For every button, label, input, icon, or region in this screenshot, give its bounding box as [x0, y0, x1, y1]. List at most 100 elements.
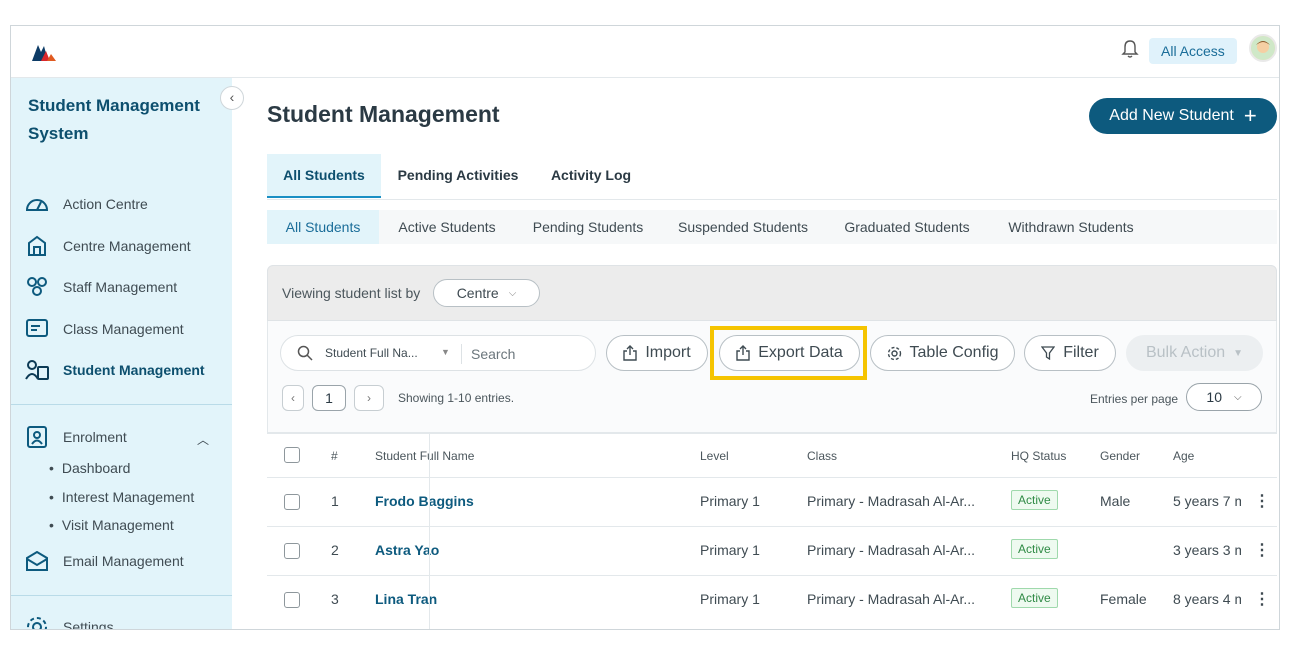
sidebar-item-enrolment[interactable]: Enrolment — [25, 424, 127, 450]
column-header[interactable]: Age — [1173, 449, 1194, 463]
search-icon — [297, 345, 313, 361]
sidebar-item-student-management[interactable]: Student Management — [25, 357, 205, 383]
status-badge: Active — [1011, 490, 1058, 510]
current-page[interactable]: 1 — [312, 385, 346, 411]
app-window: All Access Student Management System Act… — [10, 25, 1280, 630]
subtab-graduated-students[interactable]: Graduated Students — [837, 210, 977, 244]
caret-down-icon[interactable]: ▼ — [441, 347, 450, 357]
caret-down-icon: ▼ — [1233, 347, 1244, 359]
table-row: 3 Lina Tran Primary 1 Primary - Madrasah… — [267, 575, 1277, 624]
age-cell: 3 years 3 m — [1173, 542, 1241, 558]
column-header[interactable]: Student Full Name — [375, 449, 474, 463]
primary-tabs: All Students Pending Activities Activity… — [267, 154, 1277, 200]
chevron-down-icon: ⌵ — [508, 287, 517, 299]
column-header[interactable]: HQ Status — [1011, 449, 1066, 463]
class-cell: Primary - Madrasah Al-Ar... — [807, 493, 976, 509]
column-divider — [429, 433, 430, 629]
sidebar-subitem-dashboard[interactable]: Dashboard — [49, 460, 131, 476]
subtab-pending-students[interactable]: Pending Students — [523, 210, 653, 244]
row-menu-icon[interactable]: ⋮ — [1254, 491, 1270, 511]
sidebar-item-label: Class Management — [63, 321, 184, 337]
sidebar-item-label: Centre Management — [63, 238, 191, 254]
view-by-bar: Viewing student list by Centre ⌵ — [267, 265, 1277, 321]
people-icon — [25, 275, 49, 299]
row-menu-icon[interactable]: ⋮ — [1254, 540, 1270, 560]
sidebar-item-settings[interactable]: Settings — [25, 614, 114, 629]
view-by-value: Centre — [456, 285, 499, 301]
level-cell: Primary 1 — [700, 591, 760, 607]
access-badge[interactable]: All Access — [1149, 38, 1237, 64]
search-input[interactable] — [471, 344, 581, 364]
gear-icon — [887, 346, 901, 360]
avatar[interactable] — [1249, 34, 1277, 62]
students-icon — [25, 358, 49, 382]
row-checkbox[interactable] — [284, 494, 300, 510]
showing-entries: Showing 1-10 entries. — [398, 391, 515, 405]
prev-page-button[interactable]: ‹ — [282, 385, 304, 411]
subtab-withdrawn-students[interactable]: Withdrawn Students — [999, 210, 1143, 244]
sidebar-item-label: Staff Management — [63, 279, 178, 295]
bell-icon[interactable] — [1119, 38, 1141, 60]
entries-per-page-label: Entries per page — [1090, 392, 1179, 406]
filter-icon — [1041, 346, 1056, 360]
next-page-button[interactable]: › — [354, 385, 384, 411]
sidebar-subitem-visit-management[interactable]: Visit Management — [49, 517, 174, 533]
tab-pending-activities[interactable]: Pending Activities — [393, 154, 523, 198]
row-checkbox[interactable] — [284, 592, 300, 608]
brand-logo[interactable] — [31, 42, 57, 62]
sidebar-divider — [11, 404, 232, 405]
search-box: Student Full Na... ▼ — [280, 335, 596, 371]
table-config-label: Table Config — [909, 344, 999, 361]
table-toolbar: Student Full Na... ▼ Import Export Data … — [267, 321, 1277, 433]
column-header: # — [331, 449, 338, 463]
system-title: Student Management System — [28, 96, 200, 143]
row-checkbox[interactable] — [284, 543, 300, 559]
sidebar-item-email-management[interactable]: Email Management — [25, 548, 184, 574]
row-number: 2 — [331, 542, 339, 558]
import-label: Import — [645, 344, 691, 361]
chevron-down-icon: ⌵ — [1233, 391, 1242, 403]
status-badge: Active — [1011, 588, 1058, 608]
column-header[interactable]: Level — [700, 449, 729, 463]
age-cell: 8 years 4 m — [1173, 591, 1241, 607]
add-new-student-label: Add New Student — [1109, 107, 1234, 124]
chevron-up-icon[interactable]: ︿ — [197, 431, 209, 448]
subtab-all-students[interactable]: All Students — [267, 210, 379, 244]
subtab-suspended-students[interactable]: Suspended Students — [671, 210, 815, 244]
column-header[interactable]: Gender — [1100, 449, 1140, 463]
search-field-select[interactable]: Student Full Na... — [325, 346, 418, 360]
sidebar-item-label: Enrolment — [63, 429, 127, 445]
filter-button[interactable]: Filter — [1024, 335, 1116, 371]
sidebar-subitem-interest-management[interactable]: Interest Management — [49, 489, 194, 505]
gauge-icon — [25, 192, 49, 216]
plus-icon: + — [1243, 103, 1257, 128]
column-header[interactable]: Class — [807, 449, 837, 463]
sidebar-item-class-management[interactable]: Class Management — [25, 316, 184, 342]
select-all-checkbox[interactable] — [284, 447, 300, 463]
row-menu-icon[interactable]: ⋮ — [1254, 589, 1270, 609]
sidebar-item-action-centre[interactable]: Action Centre — [25, 191, 148, 217]
filter-label: Filter — [1063, 344, 1099, 361]
subtab-active-students[interactable]: Active Students — [391, 210, 503, 244]
student-name-link[interactable]: Frodo Baggins — [375, 493, 474, 509]
view-by-select[interactable]: Centre ⌵ — [433, 279, 540, 307]
tab-activity-log[interactable]: Activity Log — [543, 154, 639, 198]
add-new-student-button[interactable]: Add New Student + — [1089, 98, 1277, 134]
sidebar-item-staff-management[interactable]: Staff Management — [25, 274, 177, 300]
classroom-icon — [25, 317, 49, 341]
row-number: 3 — [331, 591, 339, 607]
tab-all-students[interactable]: All Students — [267, 154, 381, 198]
bulk-action-button[interactable]: Bulk Action ▼ — [1126, 335, 1263, 371]
top-bar: All Access — [11, 26, 1279, 78]
table-config-button[interactable]: Table Config — [870, 335, 1015, 371]
sidebar-item-centre-management[interactable]: Centre Management — [25, 233, 191, 259]
import-button[interactable]: Import — [606, 335, 708, 371]
student-name-link[interactable]: Lina Tran — [375, 591, 437, 607]
sidebar-collapse-button[interactable]: ‹ — [220, 86, 244, 110]
gear-icon — [25, 615, 49, 629]
entries-per-page-select[interactable]: 10 ⌵ — [1186, 383, 1262, 411]
page-title: Student Management — [267, 101, 500, 127]
bulk-action-label: Bulk Action — [1145, 344, 1226, 361]
view-by-label: Viewing student list by — [282, 285, 421, 301]
class-cell: Primary - Madrasah Al-Ar... — [807, 591, 976, 607]
